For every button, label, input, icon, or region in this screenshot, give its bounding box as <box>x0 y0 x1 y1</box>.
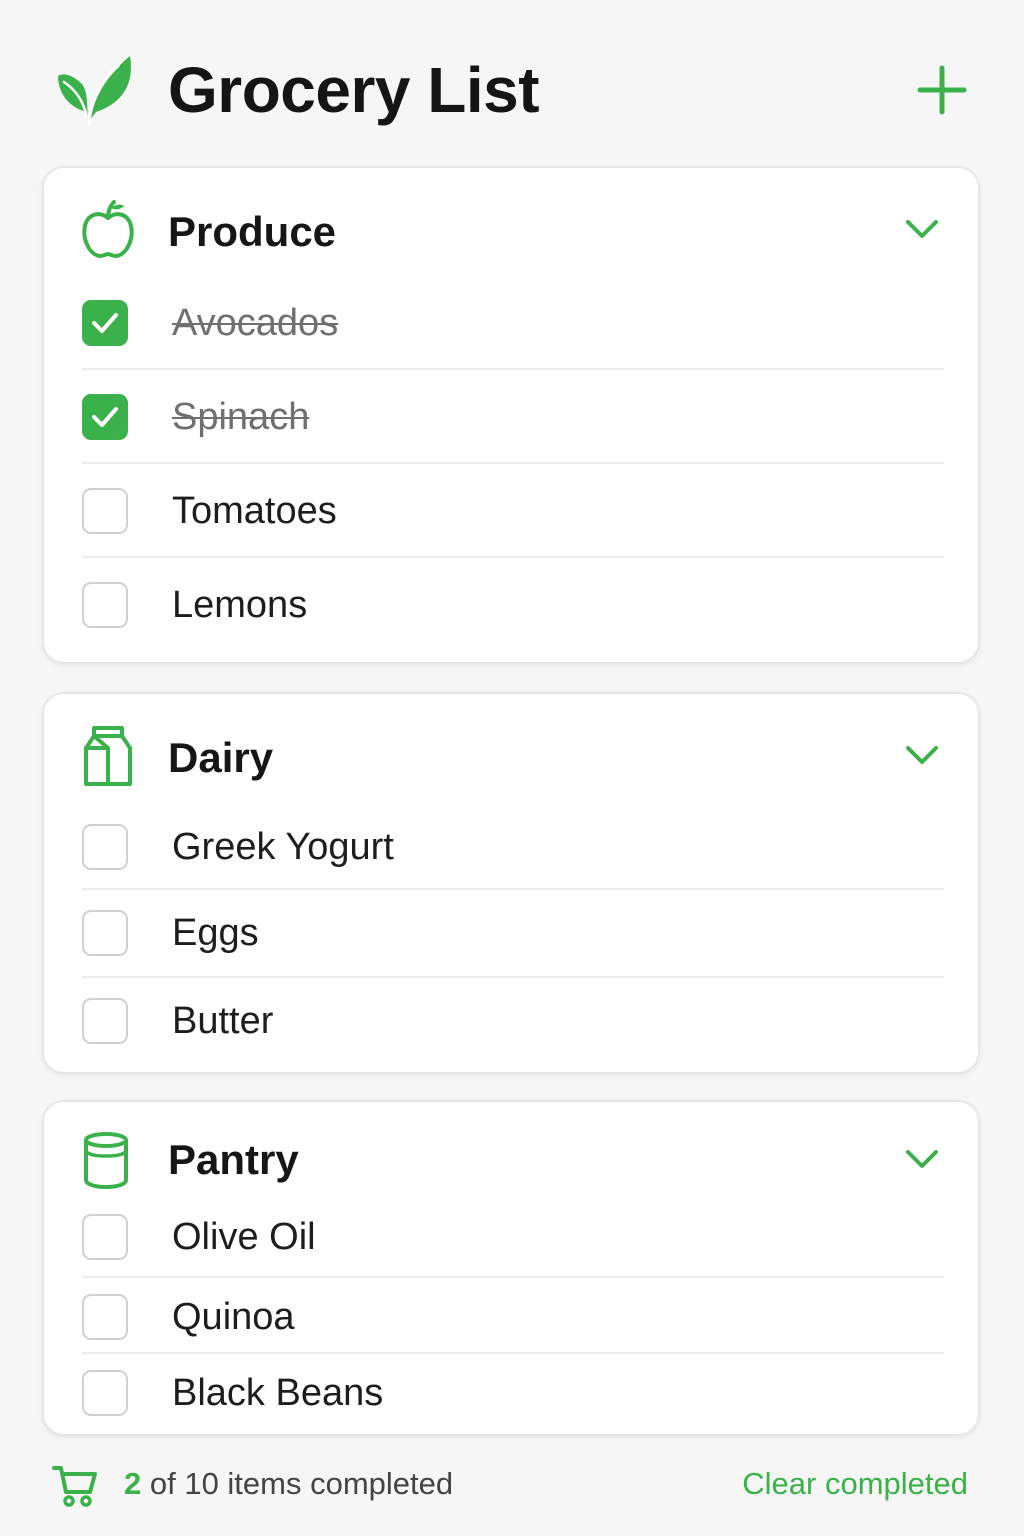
item-label: Eggs <box>172 912 259 954</box>
list-item[interactable]: Olive Oil <box>82 1202 944 1278</box>
footer-bar: 2 of 10 items completed Clear completed <box>0 1448 1024 1528</box>
section-card-dairy: Dairy Greek Yogurt Eggs Butter <box>42 692 980 1074</box>
list-item[interactable]: Quinoa <box>82 1278 944 1354</box>
list-item[interactable]: Black Beans <box>82 1354 944 1430</box>
section-title: Dairy <box>168 734 274 781</box>
milk-carton-icon <box>84 726 132 786</box>
leaf-icon <box>58 56 131 126</box>
chevron-down-icon[interactable] <box>902 1144 942 1174</box>
list-item[interactable]: Butter <box>82 978 944 1064</box>
item-checkbox[interactable] <box>82 1294 128 1340</box>
item-checkbox[interactable] <box>82 394 128 440</box>
item-label: Avocados <box>172 302 339 344</box>
item-label: Butter <box>172 1000 274 1042</box>
item-label: Greek Yogurt <box>172 826 394 868</box>
item-checkbox[interactable] <box>82 998 128 1044</box>
completed-count: 2 <box>124 1466 142 1501</box>
apple-icon <box>82 200 134 258</box>
list-item[interactable]: Avocados <box>82 276 944 370</box>
section-header-pantry[interactable]: Pantry <box>44 1102 978 1202</box>
item-label: Spinach <box>172 396 310 438</box>
plus-icon[interactable] <box>912 60 972 120</box>
item-label: Tomatoes <box>172 490 337 532</box>
item-label: Black Beans <box>172 1372 384 1414</box>
section-header-dairy[interactable]: Dairy <box>44 694 978 804</box>
section-header-produce[interactable]: Produce <box>44 168 978 278</box>
item-label: Lemons <box>172 584 308 626</box>
cart-icon <box>52 1466 97 1507</box>
clear-completed-button[interactable]: Clear completed <box>742 1466 968 1502</box>
section-card-produce: Produce Avocados Spinach Tomatoes Lemons <box>42 166 980 664</box>
list-item[interactable]: Lemons <box>82 558 944 652</box>
checkmark-icon <box>92 313 118 333</box>
item-checkbox[interactable] <box>82 910 128 956</box>
section-title: Pantry <box>168 1136 299 1183</box>
app-header: Grocery List <box>0 0 1024 160</box>
item-checkbox[interactable] <box>82 1214 128 1260</box>
item-label: Quinoa <box>172 1296 295 1338</box>
chevron-down-icon[interactable] <box>902 740 942 770</box>
item-checkbox[interactable] <box>82 824 128 870</box>
item-checkbox[interactable] <box>82 1370 128 1416</box>
list-item[interactable]: Eggs <box>82 890 944 978</box>
chevron-down-icon[interactable] <box>902 214 942 244</box>
page-title: Grocery List <box>168 54 540 126</box>
checkmark-icon <box>92 407 118 427</box>
section-title: Produce <box>168 208 337 255</box>
list-item[interactable]: Greek Yogurt <box>82 804 944 890</box>
section-card-pantry: Pantry Olive Oil Quinoa Black Beans <box>42 1100 980 1436</box>
item-checkbox[interactable] <box>82 582 128 628</box>
list-item[interactable]: Tomatoes <box>82 464 944 558</box>
can-icon <box>84 1132 128 1190</box>
completed-summary-text: of 10 items completed <box>141 1466 454 1501</box>
completed-summary: 2 of 10 items completed <box>124 1466 453 1502</box>
item-checkbox[interactable] <box>82 300 128 346</box>
list-item[interactable]: Spinach <box>82 370 944 464</box>
item-checkbox[interactable] <box>82 488 128 534</box>
item-label: Olive Oil <box>172 1216 316 1258</box>
